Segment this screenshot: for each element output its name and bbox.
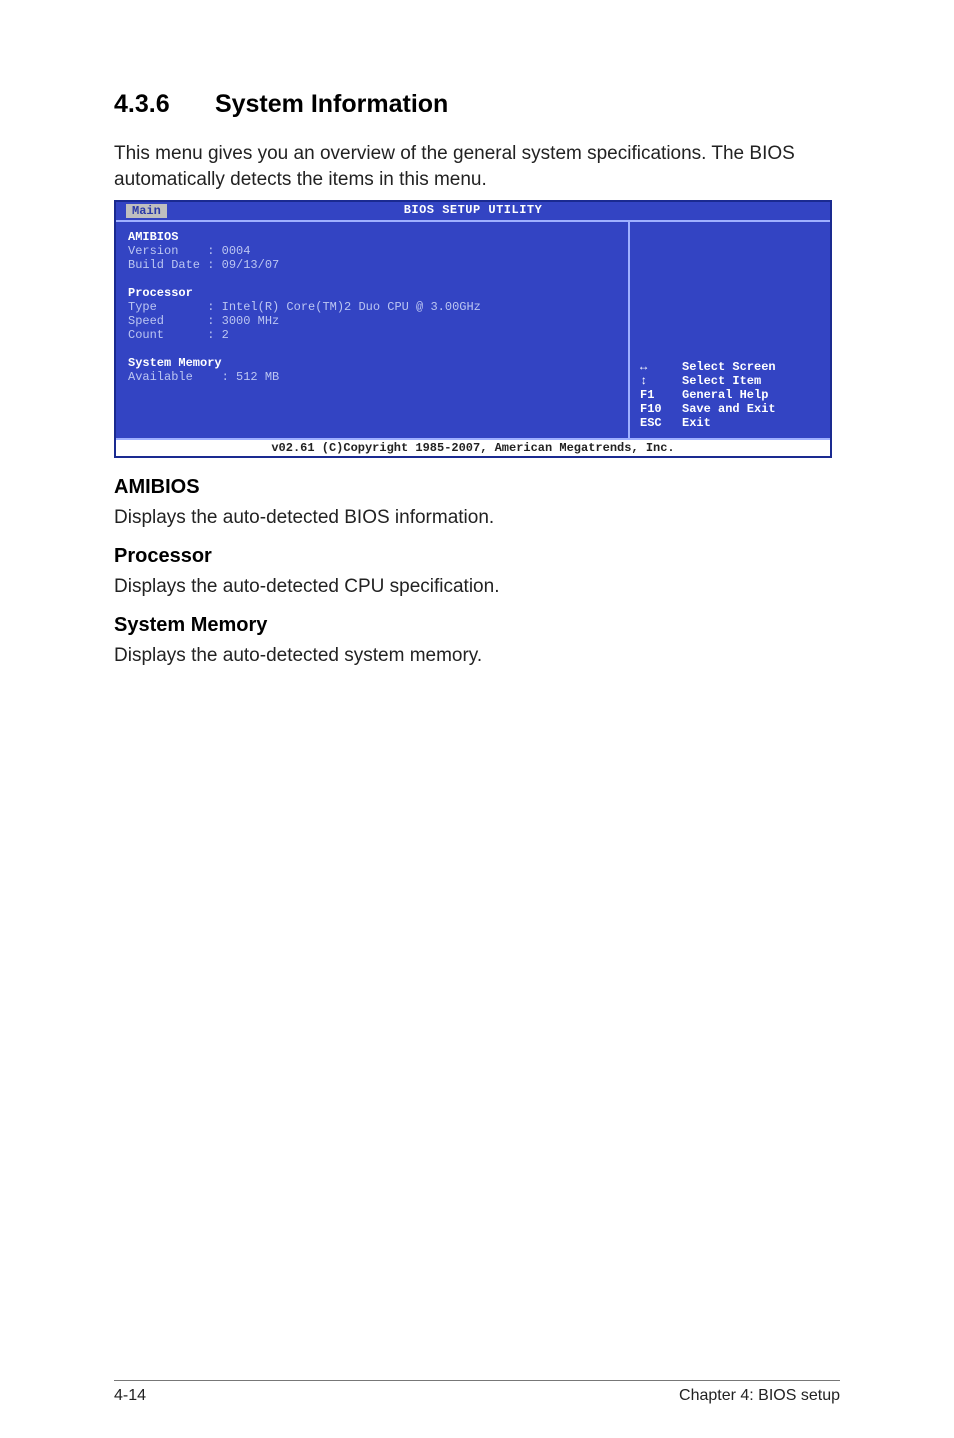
amibios-version-label: Version xyxy=(128,244,178,258)
help-select-item-label: Select Item xyxy=(682,374,761,388)
memory-avail-value: 512 MB xyxy=(236,370,279,384)
amibios-subheading: AMIBIOS xyxy=(114,476,840,499)
page-footer: 4-14 Chapter 4: BIOS setup xyxy=(114,1380,840,1405)
bios-body: AMIBIOS Version : 0004 Build Date : 09/1… xyxy=(116,220,830,440)
amibios-body: Displays the auto-detected BIOS informat… xyxy=(114,505,840,531)
help-f1-label: General Help xyxy=(682,388,768,402)
processor-subheading: Processor xyxy=(114,545,840,568)
processor-count-row: Count : 2 xyxy=(128,328,616,342)
help-f10-key: F10 xyxy=(640,402,674,416)
section-title: System Information xyxy=(215,90,448,118)
help-f10-label: Save and Exit xyxy=(682,402,776,416)
arrows-ud-icon: ↕ xyxy=(640,374,674,388)
help-esc: ESC Exit xyxy=(640,416,820,430)
help-esc-key: ESC xyxy=(640,416,674,430)
help-esc-label: Exit xyxy=(682,416,711,430)
processor-count-label: Count xyxy=(128,328,164,342)
processor-speed-value: 3000 MHz xyxy=(222,314,280,328)
amibios-build-value: 09/13/07 xyxy=(222,258,280,272)
intro-paragraph: This menu gives you an overview of the g… xyxy=(114,141,840,192)
help-f1-key: F1 xyxy=(640,388,674,402)
processor-type-row: Type : Intel(R) Core(TM)2 Duo CPU @ 3.00… xyxy=(128,300,616,314)
processor-body: Displays the auto-detected CPU specifica… xyxy=(114,574,840,600)
bios-help-block: ↔ Select Screen ↕ Select Item F1 General… xyxy=(640,360,820,430)
help-select-screen-label: Select Screen xyxy=(682,360,776,374)
amibios-header: AMIBIOS xyxy=(128,230,616,244)
bios-right-pane: ↔ Select Screen ↕ Select Item F1 General… xyxy=(630,222,830,438)
help-f10: F10 Save and Exit xyxy=(640,402,820,416)
processor-count-value: 2 xyxy=(222,328,229,342)
amibios-version-value: 0004 xyxy=(222,244,251,258)
memory-header: System Memory xyxy=(128,356,616,370)
processor-speed-label: Speed xyxy=(128,314,164,328)
processor-type-value: Intel(R) Core(TM)2 Duo CPU @ 3.00GHz xyxy=(222,300,481,314)
processor-speed-row: Speed : 3000 MHz xyxy=(128,314,616,328)
blank-row-2 xyxy=(128,342,616,356)
bios-tab-main: Main xyxy=(126,204,167,218)
section-number: 4.3.6 xyxy=(114,90,208,119)
help-select-item: ↕ Select Item xyxy=(640,374,820,388)
bios-left-pane: AMIBIOS Version : 0004 Build Date : 09/1… xyxy=(116,222,630,438)
amibios-version-row: Version : 0004 xyxy=(128,244,616,258)
memory-avail-label: Available xyxy=(128,370,193,384)
memory-avail-row: Available : 512 MB xyxy=(128,370,616,384)
bios-footer: v02.61 (C)Copyright 1985-2007, American … xyxy=(116,440,830,456)
bios-screenshot: BIOS SETUP UTILITY Main AMIBIOS Version … xyxy=(114,200,832,458)
help-select-screen: ↔ Select Screen xyxy=(640,360,820,374)
processor-header: Processor xyxy=(128,286,616,300)
help-f1: F1 General Help xyxy=(640,388,820,402)
page-number: 4-14 xyxy=(114,1387,146,1405)
arrows-lr-icon: ↔ xyxy=(640,360,674,374)
memory-body: Displays the auto-detected system memory… xyxy=(114,643,840,669)
bios-title-row: BIOS SETUP UTILITY Main xyxy=(116,202,830,220)
amibios-build-label: Build Date xyxy=(128,258,200,272)
amibios-build-row: Build Date : 09/13/07 xyxy=(128,258,616,272)
memory-subheading: System Memory xyxy=(114,614,840,637)
section-heading: 4.3.6 System Information xyxy=(114,90,840,119)
bios-title: BIOS SETUP UTILITY xyxy=(116,203,830,217)
chapter-label: Chapter 4: BIOS setup xyxy=(679,1387,840,1405)
blank-row xyxy=(128,272,616,286)
processor-type-label: Type xyxy=(128,300,157,314)
